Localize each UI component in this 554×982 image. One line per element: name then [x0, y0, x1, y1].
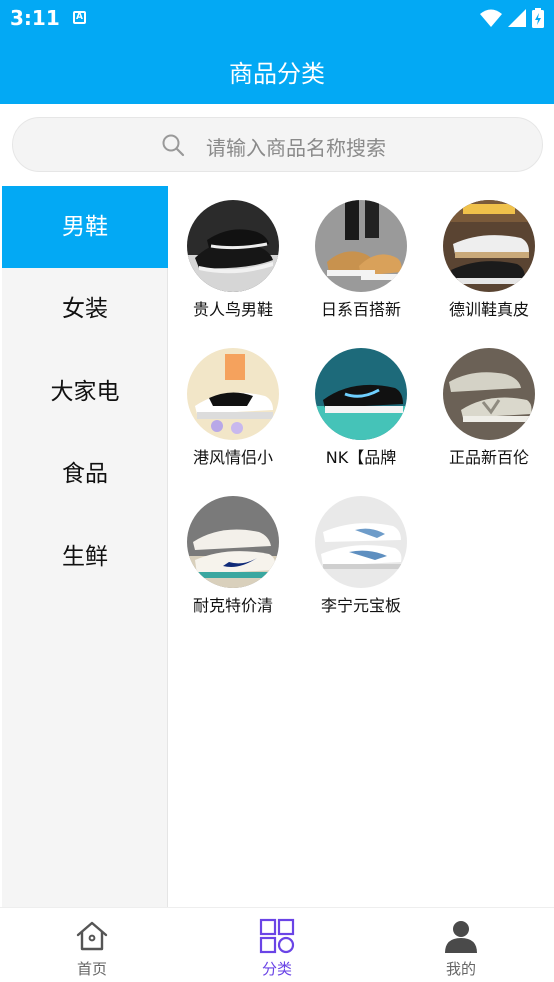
product-label: 贵人鸟男鞋	[192, 300, 273, 319]
product-image	[443, 348, 535, 440]
search-placeholder: 请输入商品名称搜索	[206, 136, 386, 160]
product-item[interactable]: 耐克特价清	[169, 496, 297, 636]
product-label: 李宁元宝板	[320, 596, 401, 615]
product-image	[187, 200, 279, 292]
product-item[interactable]: 李宁元宝板	[297, 496, 425, 636]
product-label: NK【品牌	[325, 448, 397, 467]
product-item[interactable]: 港风情侣小	[169, 348, 297, 488]
product-item[interactable]: 贵人鸟男鞋	[169, 200, 297, 340]
nav-profile-label: 我的	[445, 960, 476, 978]
status-icons	[480, 8, 544, 28]
battery-icon	[532, 8, 544, 28]
home-icon	[76, 921, 108, 951]
product-image	[315, 348, 407, 440]
wifi-icon	[480, 9, 502, 27]
product-item[interactable]: NK【品牌	[297, 348, 425, 488]
person-icon	[445, 921, 477, 953]
product-item[interactable]: 日系百搭新	[297, 200, 425, 340]
nav-category-label: 分类	[261, 960, 292, 978]
nav-category[interactable]: 分类	[217, 908, 337, 982]
sidebar-item-appliances[interactable]: 大家电	[2, 351, 168, 433]
product-image	[187, 496, 279, 588]
product-image	[315, 200, 407, 292]
sidebar-item-womens-clothing[interactable]: 女装	[2, 268, 168, 350]
search-input[interactable]: 请输入商品名称搜索	[12, 117, 543, 172]
product-label: 耐克特价清	[192, 596, 273, 615]
sidebar-item-fresh[interactable]: 生鲜	[2, 516, 168, 598]
product-item[interactable]: 德训鞋真皮	[425, 200, 553, 340]
product-label: 正品新百伦	[448, 448, 529, 467]
sidebar-item-mens-shoes[interactable]: 男鞋	[2, 186, 168, 268]
product-image	[315, 496, 407, 588]
product-label: 日系百搭新	[320, 300, 401, 319]
status-bar: 3:11 A	[0, 0, 554, 36]
nav-home[interactable]: 首页	[32, 908, 152, 982]
category-grid-icon	[259, 918, 295, 954]
product-image	[443, 200, 535, 292]
notification-a-icon: A	[73, 11, 86, 24]
nav-home-label: 首页	[76, 960, 107, 978]
page-title: 商品分类	[229, 60, 325, 88]
app-bar: 商品分类	[0, 36, 554, 104]
product-item[interactable]: 正品新百伦	[425, 348, 553, 488]
product-image	[187, 348, 279, 440]
nav-profile[interactable]: 我的	[401, 908, 521, 982]
search-icon	[162, 134, 185, 157]
cell-signal-icon	[508, 9, 526, 27]
category-sidebar: 男鞋 女装 大家电 食品 生鲜	[2, 186, 168, 907]
status-time: 3:11	[10, 6, 60, 30]
product-label: 德训鞋真皮	[448, 300, 529, 319]
sidebar-item-food[interactable]: 食品	[2, 433, 168, 515]
product-label: 港风情侣小	[192, 448, 273, 467]
bottom-nav: 首页 分类 我的	[0, 907, 554, 982]
